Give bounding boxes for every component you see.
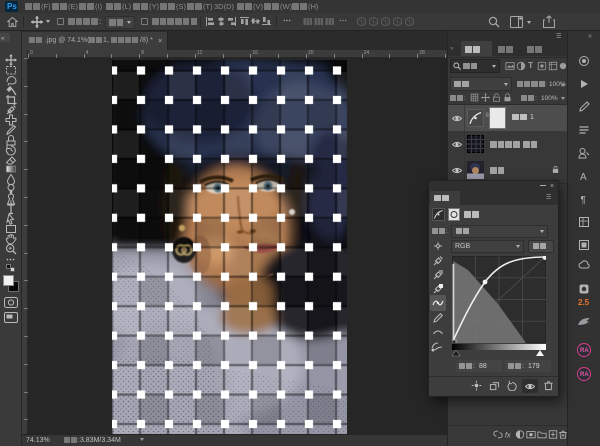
svg-text:fx: fx <box>505 430 511 439</box>
svg-text:¶: ¶ <box>581 195 586 205</box>
svg-text:A: A <box>580 172 587 182</box>
